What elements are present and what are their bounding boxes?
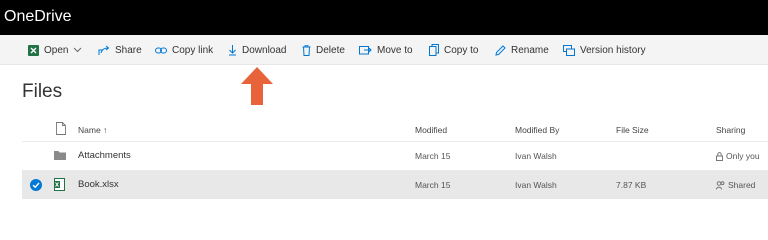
download-button[interactable]: Download [228, 42, 286, 58]
move-to-button[interactable]: Move to [359, 42, 413, 58]
download-label: Download [242, 44, 287, 56]
table-row[interactable]: Book.xlsx March 15 Ivan Walsh 7.87 KB Sh… [22, 171, 768, 199]
move-to-label: Move to [377, 44, 413, 56]
version-history-icon [563, 44, 575, 56]
version-history-label: Version history [580, 44, 646, 56]
rename-button[interactable]: Rename [495, 42, 549, 58]
copy-to-label: Copy to [444, 44, 479, 56]
file-type-header-icon[interactable] [56, 122, 66, 135]
sharing-label: Shared [728, 180, 756, 190]
people-icon [716, 181, 725, 190]
page-title: Files [22, 81, 63, 102]
file-name[interactable]: Book.xlsx [78, 179, 119, 190]
share-icon [98, 45, 110, 55]
command-bar: Open Share Copy link Download Delete Mov… [0, 35, 768, 65]
trash-icon [302, 44, 311, 56]
delete-button[interactable]: Delete [302, 42, 345, 58]
move-to-icon [359, 46, 372, 55]
file-modified: March 15 [415, 151, 451, 161]
column-header-name[interactable]: Name ↑ [78, 122, 107, 138]
share-label: Share [115, 44, 142, 56]
copy-to-button[interactable]: Copy to [429, 42, 478, 58]
top-bar: OneDrive [0, 0, 768, 35]
open-label: Open [44, 44, 69, 56]
chevron-down-icon[interactable] [73, 47, 82, 53]
copy-link-label: Copy link [172, 44, 214, 56]
column-header-modified[interactable]: Modified [415, 122, 447, 138]
file-size: 7.87 KB [616, 180, 647, 190]
column-header-file-size[interactable]: File Size [616, 122, 649, 138]
copy-link-button[interactable]: Copy link [155, 42, 213, 58]
link-icon [155, 47, 167, 53]
copy-icon [429, 44, 439, 56]
app-title[interactable]: OneDrive [4, 7, 72, 27]
file-sharing[interactable]: Shared [716, 180, 755, 191]
sharing-label: Only you [726, 151, 760, 161]
checkmark-icon[interactable] [30, 179, 42, 191]
version-history-button[interactable]: Version history [563, 42, 646, 58]
table-row[interactable]: Attachments March 15 Ivan Walsh Only you [22, 142, 768, 170]
open-button[interactable]: Open [28, 42, 82, 58]
lock-icon [716, 152, 723, 161]
column-header-modified-by[interactable]: Modified By [515, 122, 559, 138]
folder-icon [54, 151, 66, 160]
column-header-sharing[interactable]: Sharing [716, 122, 745, 138]
download-icon [229, 45, 236, 56]
excel-icon [28, 44, 39, 56]
file-modified-by[interactable]: Ivan Walsh [515, 180, 557, 191]
annotation-arrow-icon [241, 67, 273, 105]
pencil-icon [495, 44, 506, 56]
rename-label: Rename [511, 44, 549, 56]
delete-label: Delete [316, 44, 345, 56]
excel-icon [54, 178, 65, 191]
file-modified: March 15 [415, 180, 451, 190]
share-button[interactable]: Share [98, 42, 142, 58]
file-modified-by[interactable]: Ivan Walsh [515, 151, 557, 162]
file-name[interactable]: Attachments [78, 150, 131, 161]
file-sharing[interactable]: Only you [716, 151, 760, 162]
